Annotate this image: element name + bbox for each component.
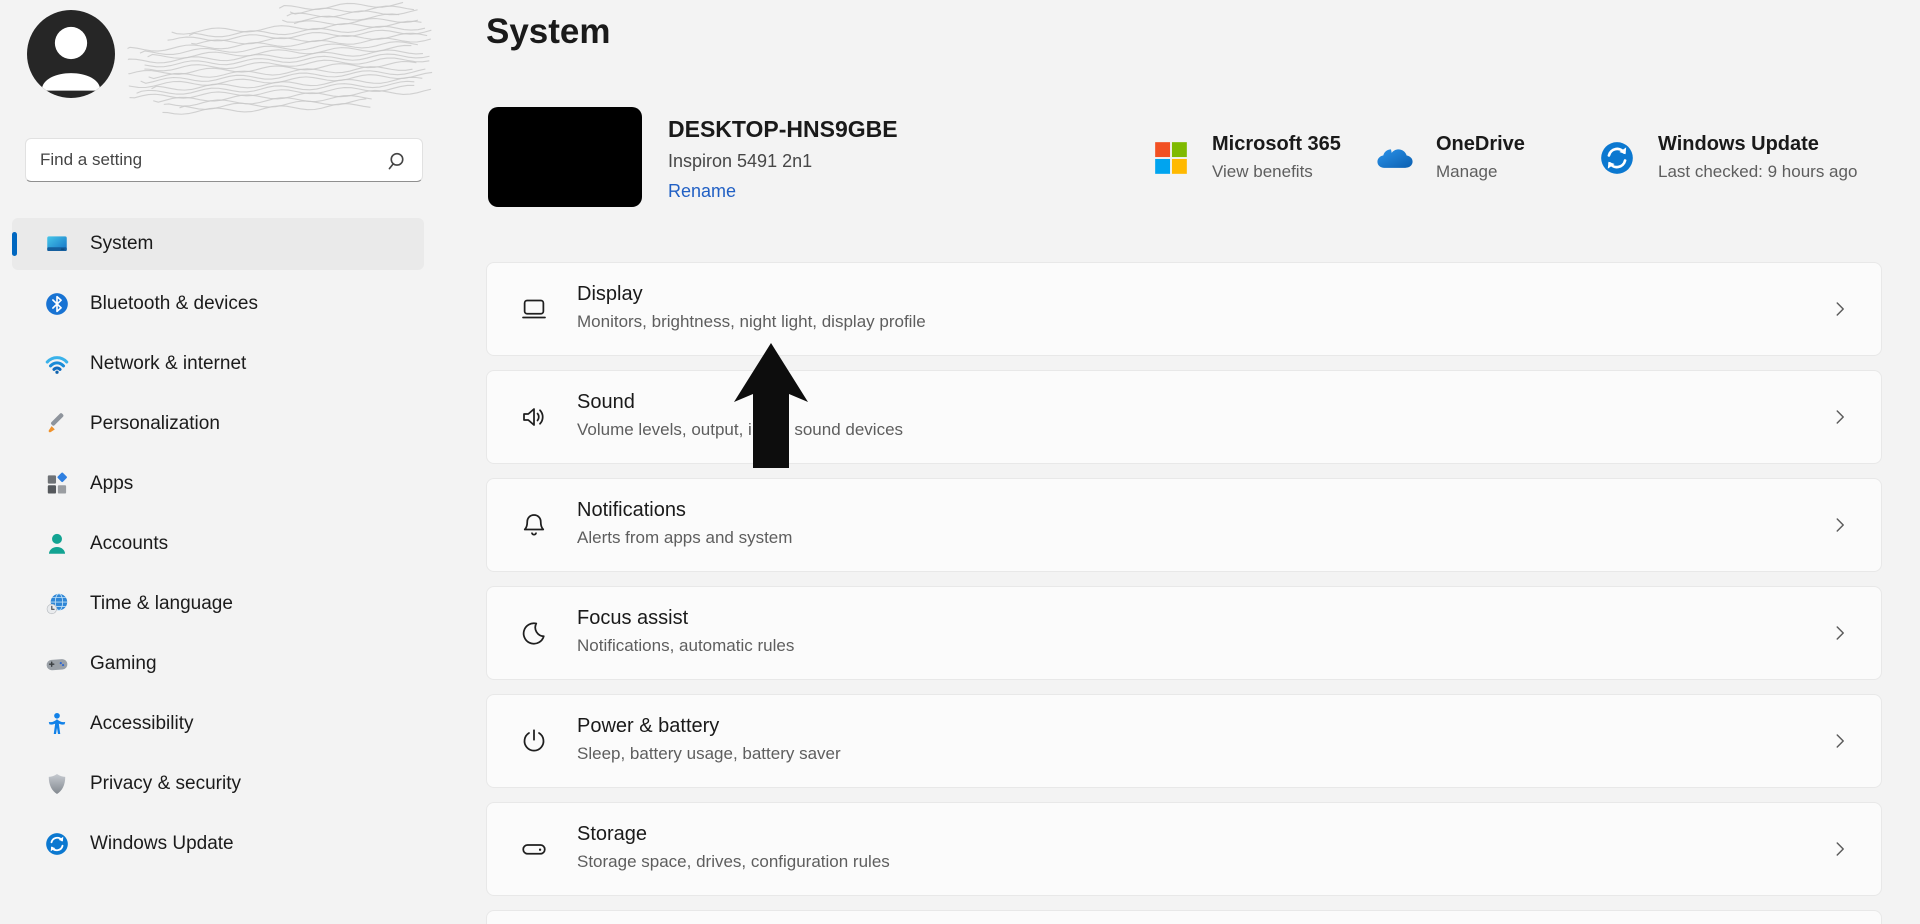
page-title: System (486, 12, 611, 52)
sidebar-item-personalization[interactable]: Personalization (12, 398, 424, 450)
sidebar-item-label: Accounts (90, 533, 168, 555)
chevron-right-icon (1829, 298, 1851, 320)
sidebar-item-privacy-security[interactable]: Privacy & security (12, 758, 424, 810)
rename-link[interactable]: Rename (668, 181, 736, 202)
settings-row-sound[interactable]: Sound Volume levels, output, input, soun… (486, 370, 1882, 464)
storage-icon (519, 834, 549, 864)
sidebar-item-bluetooth-devices[interactable]: Bluetooth & devices (12, 278, 424, 330)
settings-window: System Bluetooth & devices Network & inter… (0, 0, 1920, 924)
settings-row-title: Power & battery (577, 715, 719, 738)
sidebar-item-accounts[interactable]: Accounts (12, 518, 424, 570)
user-avatar-icon (27, 10, 115, 98)
sidebar-item-network-internet[interactable]: Network & internet (12, 338, 424, 390)
settings-row-subtitle: Monitors, brightness, night light, displ… (577, 312, 926, 332)
chevron-right-icon (1829, 838, 1851, 860)
search-icon (384, 148, 410, 174)
sidebar-item-label: Windows Update (90, 833, 234, 855)
status-card-subtitle: Manage (1436, 161, 1525, 183)
status-card-title: OneDrive (1436, 132, 1525, 157)
sidebar-item-label: System (90, 233, 153, 255)
power-battery-icon (519, 726, 549, 756)
sound-icon (519, 402, 549, 432)
settings-list: Display Monitors, brightness, night ligh… (486, 262, 1882, 924)
network-icon (44, 351, 70, 377)
settings-row-title: Focus assist (577, 607, 688, 630)
status-card-onedrive[interactable]: OneDrive Manage (1376, 132, 1525, 183)
sidebar-item-label: Gaming (90, 653, 157, 675)
accessibility-icon (44, 711, 70, 737)
device-name: DESKTOP-HNS9GBE (668, 116, 898, 143)
settings-row-display[interactable]: Display Monitors, brightness, night ligh… (486, 262, 1882, 356)
sidebar-item-label: Bluetooth & devices (90, 293, 258, 315)
settings-row-subtitle: Storage space, drives, configuration rul… (577, 852, 890, 872)
status-card-subtitle: Last checked: 9 hours ago (1658, 161, 1857, 183)
search-box (25, 138, 423, 182)
accounts-icon (44, 531, 70, 557)
sidebar-item-apps[interactable]: Apps (12, 458, 424, 510)
personalization-icon (44, 411, 70, 437)
windows-update-icon (44, 831, 70, 857)
apps-icon (44, 471, 70, 497)
display-icon (519, 294, 549, 324)
sidebar-item-gaming[interactable]: Gaming (12, 638, 424, 690)
settings-row-title: Sound (577, 391, 635, 414)
device-image-redacted (488, 107, 642, 207)
settings-row-partial[interactable] (486, 910, 1882, 924)
status-card-microsoft-365[interactable]: Microsoft 365 View benefits (1152, 132, 1341, 183)
status-card-title: Microsoft 365 (1212, 132, 1341, 157)
settings-row-title: Display (577, 283, 643, 306)
gaming-icon (44, 651, 70, 677)
sidebar-item-label: Time & language (90, 593, 233, 615)
focus-assist-icon (519, 618, 549, 648)
sidebar-item-label: Apps (90, 473, 133, 495)
settings-row-title: Storage (577, 823, 647, 846)
sidebar-item-time-language[interactable]: Time & language (12, 578, 424, 630)
search-input[interactable] (26, 139, 422, 181)
settings-row-subtitle: Notifications, automatic rules (577, 636, 794, 656)
settings-row-notifications[interactable]: Notifications Alerts from apps and syste… (486, 478, 1882, 572)
chevron-right-icon (1829, 730, 1851, 752)
sidebar-item-accessibility[interactable]: Accessibility (12, 698, 424, 750)
notifications-icon (519, 510, 549, 540)
onedrive-icon (1376, 139, 1414, 177)
settings-row-title: Notifications (577, 499, 686, 522)
status-card-subtitle: View benefits (1212, 161, 1341, 183)
avatar[interactable] (27, 10, 115, 98)
sidebar-item-label: Privacy & security (90, 773, 241, 795)
chevron-right-icon (1829, 406, 1851, 428)
sidebar-item-label: Personalization (90, 413, 220, 435)
redacted-username-scribble (126, 0, 450, 124)
chevron-right-icon (1829, 622, 1851, 644)
status-card-title: Windows Update (1658, 132, 1857, 157)
status-card-windows-update[interactable]: Windows Update Last checked: 9 hours ago (1598, 132, 1857, 183)
settings-row-storage[interactable]: Storage Storage space, drives, configura… (486, 802, 1882, 896)
sidebar-item-label: Network & internet (90, 353, 246, 375)
sidebar-item-system[interactable]: System (12, 218, 424, 270)
selected-accent-bar (12, 232, 17, 256)
settings-row-subtitle: Alerts from apps and system (577, 528, 792, 548)
windows-update-icon (1598, 139, 1636, 177)
settings-row-focus-assist[interactable]: Focus assist Notifications, automatic ru… (486, 586, 1882, 680)
bluetooth-icon (44, 291, 70, 317)
sidebar-item-label: Accessibility (90, 713, 193, 735)
settings-row-subtitle: Volume levels, output, input, sound devi… (577, 420, 903, 440)
privacy-icon (44, 771, 70, 797)
device-model: Inspiron 5491 2n1 (668, 151, 812, 172)
settings-row-subtitle: Sleep, battery usage, battery saver (577, 744, 841, 764)
microsoft-365-icon (1152, 139, 1190, 177)
settings-row-power-battery[interactable]: Power & battery Sleep, battery usage, ba… (486, 694, 1882, 788)
system-icon (44, 231, 70, 257)
time-language-icon (44, 591, 70, 617)
sidebar-nav: System Bluetooth & devices Network & inter… (12, 218, 424, 878)
chevron-right-icon (1829, 514, 1851, 536)
sidebar-item-windows-update[interactable]: Windows Update (12, 818, 424, 870)
